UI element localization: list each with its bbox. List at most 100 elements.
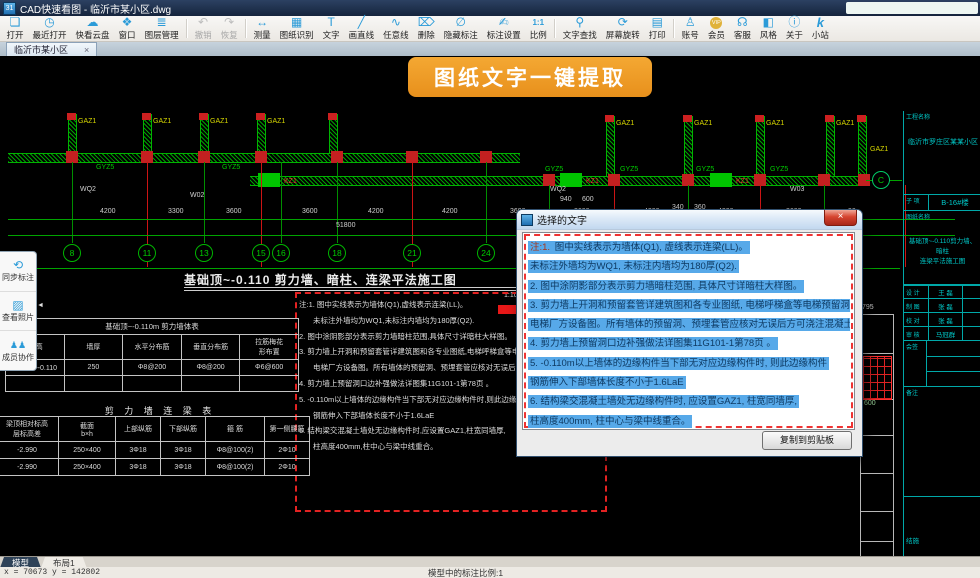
toolbar-layers[interactable]: ≣图层管理 xyxy=(140,16,183,41)
title-block-row: 制 图张 磊 xyxy=(904,299,980,313)
title-block-row-extra xyxy=(962,313,980,326)
wall-label: GYZ5 xyxy=(770,166,788,173)
dialog-line-text: 钢筋伸入下部墙体长度不小于1.6LaE xyxy=(528,376,686,389)
dialog-text-line: 钢筋伸入下部墙体长度不小于1.6LaE xyxy=(528,372,850,391)
grid-bubble[interactable]: 18 xyxy=(328,244,346,262)
undo-label: 撤销 xyxy=(195,29,212,41)
toolbar-undo[interactable]: ↶撤销 xyxy=(190,16,216,41)
copy-to-clipboard-button[interactable]: 复制到剪贴板 xyxy=(762,431,852,450)
toolbar-style[interactable]: ◧风格 xyxy=(755,16,781,41)
grid-bubble[interactable]: 21 xyxy=(403,244,421,262)
wall-label: GAZ1 xyxy=(616,120,634,127)
vip-badge-icon: VIP xyxy=(710,17,722,29)
toolbar-drawing-recognize[interactable]: ▦图纸识别 xyxy=(275,16,318,41)
wall-label: 600 xyxy=(582,196,594,203)
free-line-label: 任意线 xyxy=(383,29,409,41)
axis-bubble-c[interactable]: C xyxy=(872,171,890,189)
dialog-icon xyxy=(521,214,533,226)
toolbar-draw-line[interactable]: ╱画直线 xyxy=(344,16,379,41)
about-label: 关于 xyxy=(786,29,803,41)
collapse-arrow-icon[interactable]: ◄ xyxy=(37,302,44,309)
toolbar-rotate-screen[interactable]: ⟳屏幕旋转 xyxy=(601,16,644,41)
scale-icon: 1:1 xyxy=(532,16,544,29)
toolbar-site[interactable]: k小站 xyxy=(807,16,833,41)
toolbar-hide-markup[interactable]: ∅隐藏标注 xyxy=(439,16,482,41)
side-collaboration[interactable]: ♟♟成员协作 xyxy=(0,331,36,370)
dialog-text-line: 未标注外墙均为WQ1, 未标注内墙均为180厚(Q2). xyxy=(528,256,850,275)
cloud-icon: ☁ xyxy=(87,16,99,29)
dialog-close-button[interactable]: × xyxy=(824,210,857,226)
application-window: 31 CAD快速看图 - 临沂市某小区.dwg ❏打开◷最近打开☁快看云盘❖窗口… xyxy=(0,0,980,578)
selected-text-dialog[interactable]: 选择的文字 × 注:1. 图中实线表示为墙体(Q1), 虚线表示连梁(LL)。未… xyxy=(516,209,863,457)
dialog-text-line: 6. 结构梁交混凝土墙处无边缘构件时, 应设置GAZ1, 柱宽同墙厚, xyxy=(528,391,850,410)
wall-label: GAZ1 xyxy=(766,120,784,127)
titlebar-quick-box[interactable] xyxy=(846,2,978,14)
toolbar-window[interactable]: ❖窗口 xyxy=(114,16,140,41)
toolbar-separator xyxy=(554,19,555,38)
window-icon: ❖ xyxy=(122,16,133,29)
toolbar-redo[interactable]: ↷恢复 xyxy=(216,16,242,41)
boundary-column xyxy=(199,113,208,120)
toolbar-open[interactable]: ❏打开 xyxy=(2,16,28,41)
grid-bubble[interactable]: 11 xyxy=(138,244,156,262)
tab-close-icon[interactable]: × xyxy=(84,45,89,55)
text-icon: T xyxy=(327,16,334,29)
dimension-text: 3600 xyxy=(302,208,318,215)
print-label: 打印 xyxy=(649,29,666,41)
title-block-row-label: 设 计 xyxy=(906,288,920,297)
toolbar-account[interactable]: ♙账号 xyxy=(677,16,703,41)
wall-stub xyxy=(68,114,77,154)
user-icon: ♙ xyxy=(685,16,696,29)
toolbar-support[interactable]: ☊客服 xyxy=(729,16,755,41)
toolbar-measure[interactable]: ↔测量 xyxy=(249,16,275,41)
printer-icon: ▤ xyxy=(652,16,663,29)
drawing-title: 基础顶~-0.110 剪力墙、暗柱、连梁平法施工图 xyxy=(184,271,457,288)
wall-label: GAZ1 xyxy=(694,120,712,127)
dialog-line-text: 柱高度400mm, 柱中心与梁中线重合。 xyxy=(528,415,692,428)
title-block-name-label: 图纸名称 xyxy=(906,212,930,221)
tab-drawing[interactable]: 临沂市某小区 × xyxy=(6,42,97,56)
dimension-text: 3600 xyxy=(226,208,242,215)
magnifier-icon: ⚲ xyxy=(575,16,584,29)
toolbar-erase[interactable]: ⌦删除 xyxy=(413,16,439,41)
toolbar-separator xyxy=(673,19,674,38)
toolbar-scale[interactable]: 1:1比例 xyxy=(525,16,551,41)
boundary-column xyxy=(755,115,764,122)
dialog-line-text: 4. 剪力墙上预留洞口边补强做法详图集11G101-1第78页 。 xyxy=(528,337,778,350)
toolbar-print[interactable]: ▤打印 xyxy=(644,16,670,41)
title-block-row-value: 王 磊 xyxy=(928,285,962,298)
title-block-sign-label: 会签 xyxy=(906,342,918,351)
detail-divider xyxy=(861,473,893,474)
main-toolbar: ❏打开◷最近打开☁快看云盘❖窗口≣图层管理↶撤销↷恢复↔测量▦图纸识别T文字╱画… xyxy=(0,16,980,42)
grid-bubble[interactable]: 13 xyxy=(195,244,213,262)
side-view-photos[interactable]: ▨查看照片 xyxy=(0,292,36,332)
dimension-text: 4200 xyxy=(100,208,116,215)
toolbar-cloud-drive[interactable]: ☁快看云盘 xyxy=(71,16,114,41)
pen-settings-icon: ✍ xyxy=(499,16,509,29)
grid-bubble[interactable]: 15 xyxy=(252,244,270,262)
toolbar-text[interactable]: T文字 xyxy=(318,16,344,41)
toolbar-free-line[interactable]: ∿任意线 xyxy=(379,16,414,41)
grid-bubble[interactable]: 16 xyxy=(272,244,290,262)
measure-label: 测量 xyxy=(254,29,271,41)
toolbar-markup-settings[interactable]: ✍标注设置 xyxy=(482,16,525,41)
wall-stub xyxy=(143,114,152,154)
dialog-text-line: 5. -0.110m以上墙体的边缘构件当下部无对应边缘构件时, 则此边缘构件 xyxy=(528,353,850,372)
undo-icon: ↶ xyxy=(198,16,208,29)
dialog-text-area[interactable]: 注:1. 图中实线表示为墙体(Q1), 虚线表示连梁(LL)。未标注外墙均为WQ… xyxy=(522,232,855,430)
grid-bubble[interactable]: 24 xyxy=(477,244,495,262)
rotate-icon: ⟳ xyxy=(618,16,628,29)
wall-label: W02 xyxy=(190,192,204,199)
grid-bubble[interactable]: 8 xyxy=(63,244,81,262)
wall-label: GYZ5 xyxy=(696,166,714,173)
toolbar-vip[interactable]: VIP会员 xyxy=(703,16,729,41)
clock-icon: ◷ xyxy=(44,16,54,29)
cloud-drive-label: 快看云盘 xyxy=(76,29,110,41)
side-sync-markup[interactable]: ⟲同步标注 xyxy=(0,252,36,292)
toolbar-recent-open[interactable]: ◷最近打开 xyxy=(28,16,71,41)
toolbar-text-search[interactable]: ⚲文字查找 xyxy=(558,16,601,41)
title-block-row-label: 审 核 xyxy=(906,330,920,339)
dimension-text: 4200 xyxy=(368,208,384,215)
toolbar-about[interactable]: ⓘ关于 xyxy=(781,16,807,41)
sync-markup-label: 同步标注 xyxy=(2,272,34,283)
